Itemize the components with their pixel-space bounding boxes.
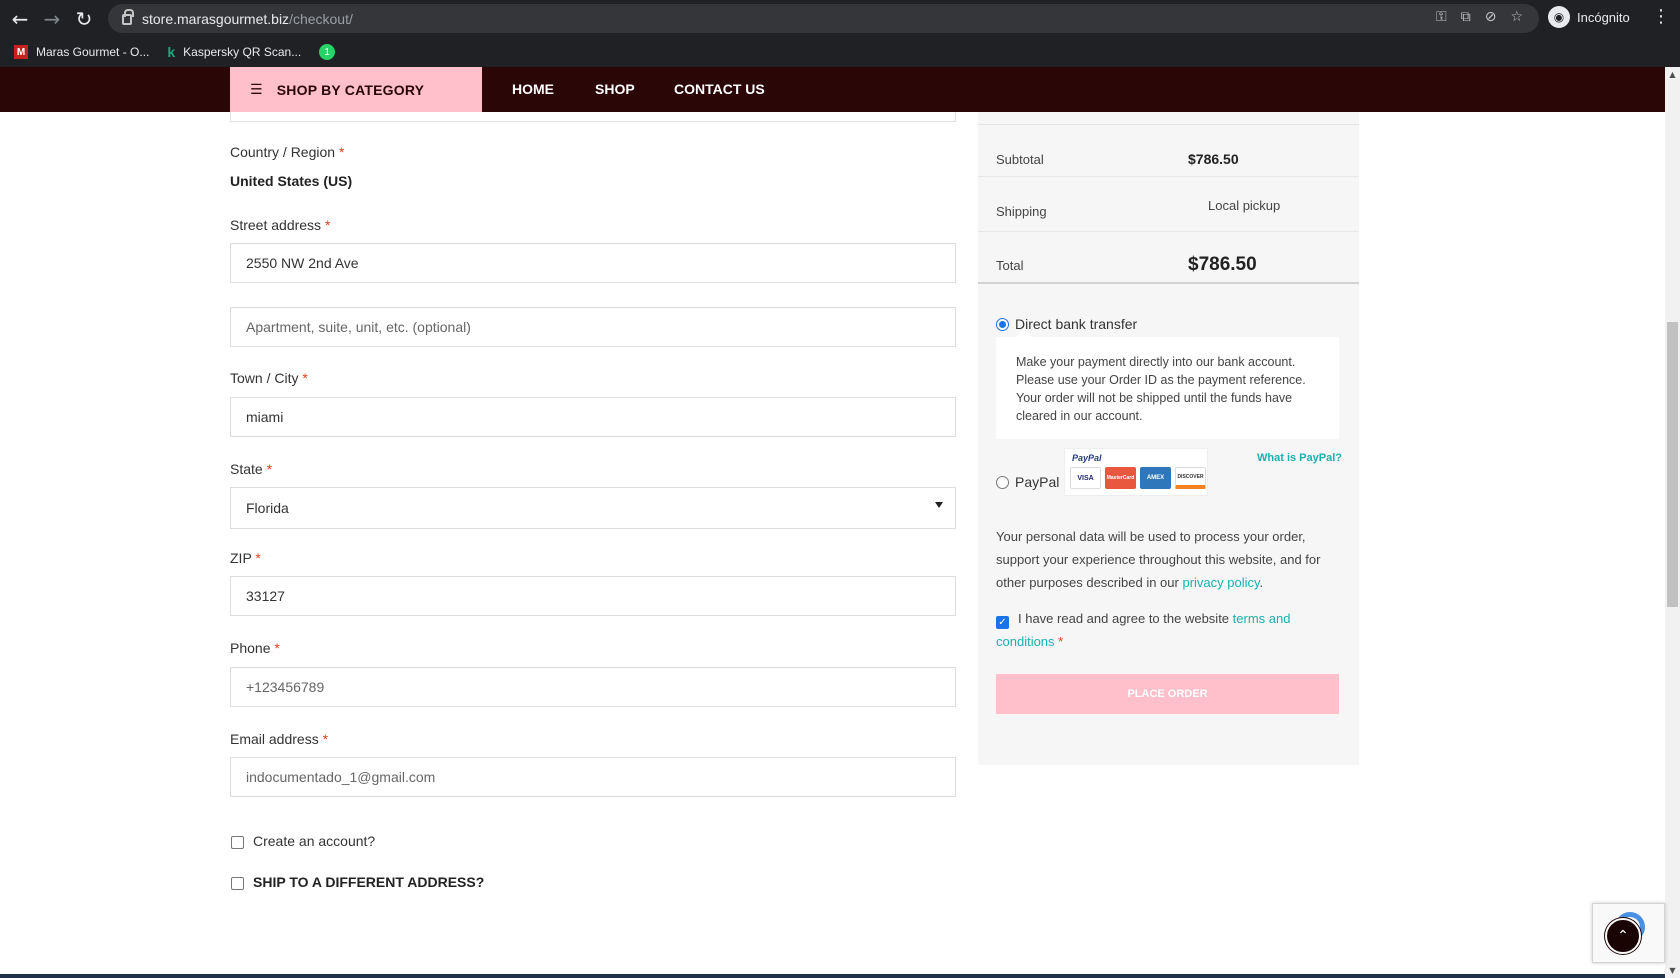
- profile-label: Incógnito: [1577, 9, 1630, 25]
- lock-icon: [122, 9, 134, 25]
- create-account-label[interactable]: Create an account?: [253, 833, 375, 849]
- bookmark-whatsapp[interactable]: 1: [319, 44, 336, 60]
- shipping-label: Shipping: [996, 204, 1047, 219]
- email-label: Email address *: [230, 731, 329, 747]
- country-value: United States (US): [230, 173, 353, 189]
- site-navbar: ☰ SHOP BY CATEGORY HOME SHOP CONTACT US: [0, 67, 1665, 112]
- apartment-input[interactable]: Apartment, suite, unit, etc. (optional): [230, 307, 956, 347]
- reload-icon[interactable]: ↻: [68, 5, 100, 33]
- city-input[interactable]: miami: [230, 397, 956, 437]
- country-label: Country / Region *: [230, 144, 345, 160]
- state-label: State *: [230, 461, 273, 477]
- bookmark-label: Maras Gourmet - O...: [36, 45, 150, 59]
- page-scrollbar[interactable]: ▲ ▼: [1665, 67, 1680, 978]
- scroll-down-icon[interactable]: ▼: [1665, 963, 1680, 978]
- city-label: Town / City *: [230, 370, 308, 386]
- omnibox-actions: ⚿ ⧉ ⊘ ☆: [1436, 9, 1523, 25]
- scroll-up-icon[interactable]: ▲: [1665, 67, 1680, 82]
- zip-label: ZIP *: [230, 550, 261, 566]
- browser-chrome: ← → ↻ store.marasgourmet.biz/checkout/ ⚿…: [0, 0, 1680, 70]
- gmail-icon: M: [14, 45, 28, 59]
- translate-icon[interactable]: ⧉: [1461, 9, 1471, 25]
- url-path: /checkout/: [289, 10, 353, 27]
- previous-field-edge: [230, 112, 956, 122]
- ship-different-checkbox[interactable]: [231, 877, 244, 890]
- bank-transfer-label[interactable]: Direct bank transfer: [1015, 316, 1137, 332]
- privacy-notice: Your personal data will be used to proce…: [996, 529, 1321, 590]
- address-bar-row: ← → ↻ store.marasgourmet.biz/checkout/ ⚿…: [0, 0, 1680, 37]
- forward-arrow-icon[interactable]: →: [36, 5, 68, 33]
- paypal-acceptance-logo: PayPal VISA MasterCard AMEX DISCOVER: [1064, 448, 1208, 496]
- total-label: Total: [996, 258, 1024, 273]
- subtotal-value: $786.50: [1188, 151, 1239, 167]
- bookmark-maras[interactable]: M Maras Gourmet - O...: [14, 45, 149, 59]
- nav-contact-us[interactable]: CONTACT US: [674, 81, 765, 97]
- divider: [978, 231, 1359, 232]
- ship-different-label[interactable]: SHIP TO A DIFFERENT ADDRESS?: [253, 874, 484, 890]
- order-review-panel: Subtotal $786.50 Shipping Local pickup T…: [978, 112, 1359, 765]
- eye-off-icon[interactable]: ⊘: [1485, 9, 1497, 25]
- incognito-icon: ◉: [1548, 6, 1570, 28]
- street-label: Street address *: [230, 217, 331, 233]
- mastercard-icon: MasterCard: [1105, 467, 1136, 489]
- state-select[interactable]: Florida: [230, 487, 956, 529]
- state-value: Florida: [246, 500, 289, 516]
- terms-text: I have read and agree to the website ter…: [996, 611, 1291, 649]
- create-account-checkbox[interactable]: [231, 836, 244, 849]
- chevron-up-icon: ⌃: [1617, 928, 1629, 944]
- url-bar[interactable]: store.marasgourmet.biz/checkout/ ⚿ ⧉ ⊘ ☆: [108, 4, 1539, 33]
- bank-transfer-description: Make your payment directly into our bank…: [996, 329, 1339, 439]
- zip-input[interactable]: 33127: [230, 576, 956, 616]
- paypal-logo-icon: PayPal: [1072, 453, 1102, 463]
- bank-transfer-radio[interactable]: [996, 318, 1009, 331]
- divider: [978, 282, 1359, 284]
- discover-card-icon: DISCOVER: [1175, 467, 1206, 489]
- terms-checkbox[interactable]: ✓: [996, 616, 1009, 629]
- paypal-radio[interactable]: [996, 476, 1009, 489]
- bookmark-kaspersky[interactable]: k Kaspersky QR Scan...: [167, 44, 301, 60]
- amex-card-icon: AMEX: [1140, 467, 1171, 489]
- key-icon[interactable]: ⚿: [1436, 9, 1447, 25]
- street-address-input[interactable]: 2550 NW 2nd Ave: [230, 243, 956, 283]
- privacy-policy-link[interactable]: privacy policy: [1182, 575, 1259, 590]
- phone-input[interactable]: +123456789: [230, 667, 956, 707]
- list-icon: ☰: [250, 81, 263, 98]
- scrollbar-thumb[interactable]: [1667, 322, 1678, 607]
- divider: [978, 176, 1359, 177]
- divider: [978, 124, 1359, 125]
- what-is-paypal-link[interactable]: What is PayPal?: [1257, 452, 1342, 464]
- dropdown-arrow-icon: [935, 502, 943, 508]
- place-order-button[interactable]: PLACE ORDER: [996, 674, 1339, 714]
- visa-card-icon: VISA: [1070, 467, 1101, 489]
- url-host: store.marasgourmet.biz: [142, 10, 290, 27]
- bottom-edge-strip: [0, 974, 1665, 978]
- total-value: $786.50: [1188, 254, 1257, 275]
- subtotal-label: Subtotal: [996, 152, 1044, 167]
- star-icon[interactable]: ☆: [1510, 9, 1523, 25]
- whatsapp-icon: 1: [319, 44, 336, 60]
- email-input[interactable]: indocumentado_1@gmail.com: [230, 757, 956, 797]
- bookmarks-bar: M Maras Gourmet - O... k Kaspersky QR Sc…: [0, 37, 336, 67]
- nav-home[interactable]: HOME: [512, 81, 554, 97]
- checkout-content: Country / Region * United States (US) St…: [0, 112, 1665, 978]
- kaspersky-icon: k: [167, 44, 176, 60]
- nav-shop[interactable]: SHOP: [595, 81, 635, 97]
- bookmark-label: Kaspersky QR Scan...: [183, 45, 302, 59]
- back-arrow-icon[interactable]: ←: [4, 5, 36, 33]
- shop-by-category-button[interactable]: ☰ SHOP BY CATEGORY: [230, 67, 482, 112]
- phone-label: Phone *: [230, 640, 280, 656]
- shipping-value: Local pickup: [1208, 198, 1281, 213]
- back-to-top-button[interactable]: ⌃: [1605, 918, 1641, 954]
- more-menu-icon[interactable]: ⋮: [1652, 6, 1670, 27]
- profile-button[interactable]: ◉ Incógnito: [1548, 6, 1630, 28]
- paypal-label[interactable]: PayPal: [1015, 474, 1059, 490]
- category-label: SHOP BY CATEGORY: [276, 81, 425, 98]
